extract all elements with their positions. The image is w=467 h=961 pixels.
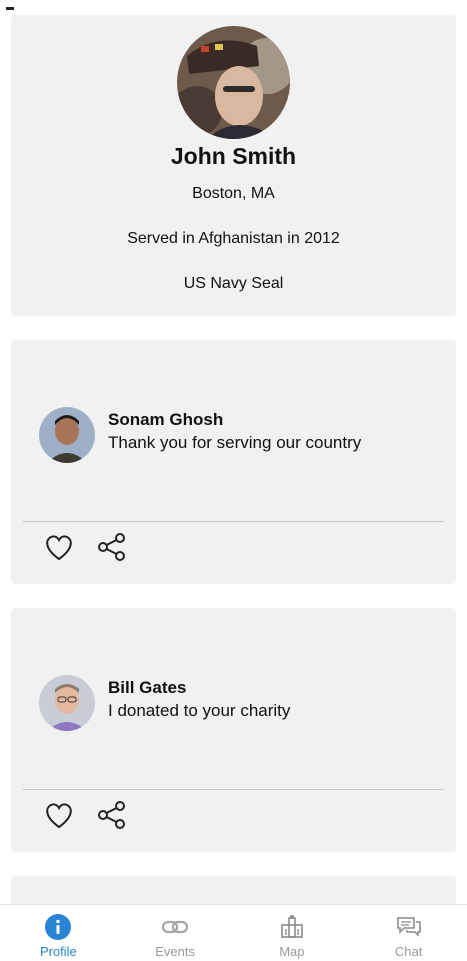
divider (23, 521, 444, 522)
post-card: Sonam Ghosh Thank you for serving our co… (11, 340, 456, 584)
profile-name: John Smith (170, 143, 297, 169)
tab-map[interactable]: Map (234, 905, 351, 961)
post-author-avatar (39, 407, 95, 463)
chat-icon (395, 913, 423, 941)
post-author-avatar (39, 675, 95, 731)
profile-service: Served in Afghanistan in 2012 (127, 230, 340, 247)
post-text: Thank you for serving our country (108, 433, 362, 452)
post-text: I donated to your charity (108, 701, 291, 720)
post-author-name: Sonam Ghosh (108, 410, 224, 429)
tab-chat[interactable]: Chat (350, 905, 467, 961)
divider (23, 789, 444, 790)
tab-profile[interactable]: Profile (0, 905, 117, 961)
tab-label: Chat (394, 944, 423, 959)
map-icon (278, 913, 306, 941)
tab-label: Events (155, 944, 195, 959)
bottom-tab-bar: Profile Events Map Chat (0, 904, 467, 961)
share-icon[interactable] (95, 530, 129, 564)
heart-icon[interactable] (42, 530, 76, 564)
post-author-name: Bill Gates (108, 678, 187, 697)
link-icon (161, 913, 189, 941)
info-icon (44, 913, 72, 941)
profile-role: US Navy Seal (183, 275, 284, 292)
tab-label: Map (279, 944, 305, 959)
tab-events[interactable]: Events (117, 905, 234, 961)
share-icon[interactable] (95, 798, 129, 832)
post-card: Bill Gates I donated to your charity (11, 608, 456, 852)
profile-card: John Smith Boston, MA Served in Afghanis… (11, 15, 456, 316)
tab-label: Profile (39, 944, 77, 959)
profile-location: Boston, MA (192, 185, 275, 202)
status-bar-remnant (0, 0, 40, 10)
profile-avatar (177, 26, 290, 139)
heart-icon[interactable] (42, 798, 76, 832)
